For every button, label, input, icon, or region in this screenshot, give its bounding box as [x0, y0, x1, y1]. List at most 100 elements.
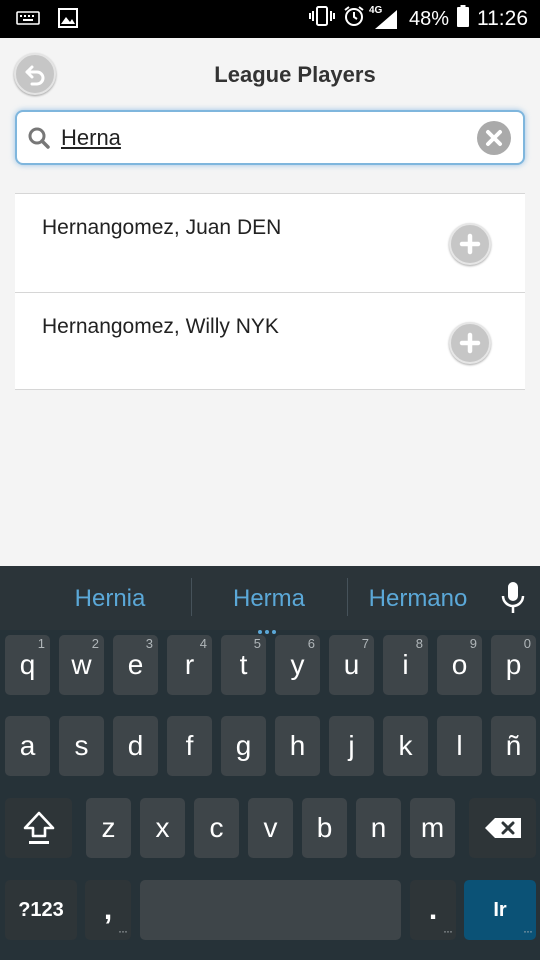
- key-r[interactable]: r4: [167, 635, 212, 695]
- key-z[interactable]: z: [86, 798, 131, 858]
- key-label: z: [101, 812, 116, 843]
- key-l[interactable]: l: [437, 716, 482, 776]
- key-label: c: [209, 812, 224, 843]
- battery-percent: 48%: [408, 7, 449, 30]
- player-results-list: Hernangomez, Juan DEN Hernangomez, Willy…: [15, 193, 525, 390]
- enter-go-key[interactable]: Ir ···: [464, 880, 536, 940]
- image-notification-icon: [58, 8, 78, 33]
- suggestion-3[interactable]: Hermano: [352, 585, 484, 613]
- key-label: r: [184, 649, 195, 680]
- key-label: h: [289, 730, 306, 761]
- period-key[interactable]: . ···: [410, 880, 456, 940]
- period-label: .: [428, 893, 438, 926]
- plus-icon: [459, 332, 481, 354]
- keyboard-notification-icon: [16, 10, 40, 31]
- key-d[interactable]: d: [113, 716, 158, 776]
- soft-keyboard: Hernia Herma Hermano ?123 , ··· . ··· Ir…: [0, 566, 540, 960]
- key-label: e: [127, 649, 144, 680]
- key-g[interactable]: g: [221, 716, 266, 776]
- player-name: Hernangomez, Willy NYK: [42, 315, 279, 338]
- shift-icon: [23, 811, 54, 844]
- key-p[interactable]: p0: [491, 635, 536, 695]
- key-label: y: [290, 649, 305, 680]
- key-w[interactable]: w2: [59, 635, 104, 695]
- add-player-button[interactable]: [449, 322, 491, 364]
- key-label: n: [370, 812, 387, 843]
- plus-icon: [459, 233, 481, 255]
- key-m[interactable]: m: [410, 798, 455, 858]
- key-c[interactable]: c: [194, 798, 239, 858]
- key-label: a: [19, 730, 36, 761]
- spacebar-key[interactable]: [140, 880, 401, 940]
- key-f[interactable]: f: [167, 716, 212, 776]
- key-b[interactable]: b: [302, 798, 347, 858]
- key-t[interactable]: t5: [221, 635, 266, 695]
- key-label: q: [19, 649, 36, 680]
- key-label: f: [185, 730, 194, 761]
- add-player-button[interactable]: [449, 223, 491, 265]
- key-number-hint: 2: [91, 636, 99, 651]
- key-i[interactable]: i8: [383, 635, 428, 695]
- page-title: League Players: [214, 62, 376, 87]
- key-label: o: [451, 649, 468, 680]
- key-n[interactable]: n: [356, 798, 401, 858]
- key-s[interactable]: s: [59, 716, 104, 776]
- key-e[interactable]: e3: [113, 635, 158, 695]
- key-a[interactable]: a: [5, 716, 50, 776]
- suggestion-divider: [191, 578, 192, 616]
- comma-label: ,: [103, 893, 113, 926]
- microphone-icon[interactable]: [500, 580, 526, 621]
- suggestion-1[interactable]: Hernia: [40, 585, 180, 613]
- key-ñ[interactable]: ñ: [491, 716, 536, 776]
- key-label: w: [71, 649, 92, 680]
- key-number-hint: 0: [523, 636, 531, 651]
- key-label: u: [343, 649, 360, 680]
- shift-key[interactable]: [5, 798, 72, 858]
- key-x[interactable]: x: [140, 798, 185, 858]
- key-o[interactable]: o9: [437, 635, 482, 695]
- battery-icon: [457, 5, 469, 33]
- key-j[interactable]: j: [329, 716, 374, 776]
- key-u[interactable]: u7: [329, 635, 374, 695]
- key-label: m: [420, 812, 445, 843]
- list-item[interactable]: Hernangomez, Juan DEN: [15, 193, 525, 292]
- key-k[interactable]: k: [383, 716, 428, 776]
- backspace-icon: [484, 818, 521, 838]
- key-label: l: [456, 730, 463, 761]
- key-h[interactable]: h: [275, 716, 320, 776]
- key-label: g: [235, 730, 252, 761]
- more-keys-dots: ···: [443, 924, 453, 938]
- key-label: k: [398, 730, 413, 761]
- search-input[interactable]: [61, 122, 461, 154]
- key-q[interactable]: q1: [5, 635, 50, 695]
- key-label: ñ: [505, 730, 522, 761]
- suggestion-more-dots: [258, 621, 280, 634]
- search-box: [15, 110, 525, 165]
- symbols-key[interactable]: ?123: [5, 880, 77, 940]
- key-number-hint: 1: [37, 636, 45, 651]
- key-label: p: [505, 649, 522, 680]
- comma-key[interactable]: , ···: [85, 880, 131, 940]
- suggestion-2[interactable]: Herma: [199, 585, 339, 613]
- signal-4g-icon: 4G: [369, 5, 399, 30]
- key-label: t: [239, 649, 248, 680]
- clear-search-icon[interactable]: [477, 121, 511, 155]
- clock: 11:26: [477, 7, 528, 30]
- list-item[interactable]: Hernangomez, Willy NYK: [15, 292, 525, 390]
- suggestion-divider: [347, 578, 348, 616]
- suggestion-bar: Hernia Herma Hermano: [0, 566, 540, 634]
- key-label: i: [402, 649, 409, 680]
- app-screen: 4G 48% 11:26 League Players Herna Hernan…: [0, 0, 540, 960]
- key-label: j: [348, 730, 355, 761]
- status-bar: 4G 48% 11:26: [0, 0, 540, 38]
- header: League Players: [0, 38, 540, 110]
- key-label: x: [155, 812, 170, 843]
- key-y[interactable]: y6: [275, 635, 320, 695]
- backspace-key[interactable]: [469, 798, 536, 858]
- key-number-hint: 3: [145, 636, 153, 651]
- key-number-hint: 6: [307, 636, 315, 651]
- enter-label: Ir: [493, 898, 507, 921]
- key-v[interactable]: v: [248, 798, 293, 858]
- key-number-hint: 5: [253, 636, 261, 651]
- key-number-hint: 9: [469, 636, 477, 651]
